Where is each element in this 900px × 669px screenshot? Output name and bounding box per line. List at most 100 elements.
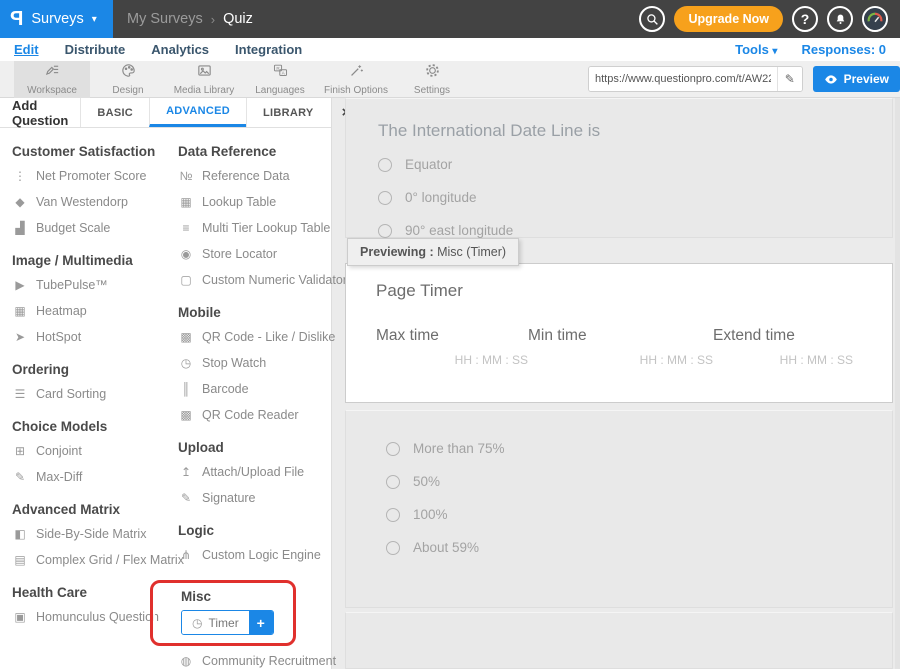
timer-field-max-time: Max time xyxy=(376,327,528,367)
responses-count[interactable]: Responses: 0 xyxy=(801,42,886,57)
signature-icon: ✎ xyxy=(178,491,194,505)
sidebar-item-complex-grid-flex-matrix[interactable]: ▤Complex Grid / Flex Matrix xyxy=(12,547,178,573)
toolbar-media-library[interactable]: Media Library xyxy=(166,61,242,98)
timer-question-button[interactable]: ◷ Timer xyxy=(182,611,249,634)
sidebar-item-signature[interactable]: ✎Signature xyxy=(178,485,332,511)
product-menu[interactable]: P Surveys ▾ xyxy=(0,0,113,38)
section-title: Logic xyxy=(178,523,332,538)
nav-item-analytics[interactable]: Analytics xyxy=(151,42,209,57)
radio-icon xyxy=(386,541,400,555)
previewing-tooltip: Previewing : Misc (Timer) xyxy=(347,238,519,266)
sidebar-item-side-by-side-matrix[interactable]: ◧Side-By-Side Matrix xyxy=(12,521,178,547)
scrollbar[interactable] xyxy=(895,98,900,669)
help-button[interactable]: ? xyxy=(792,6,818,32)
section-title: Customer Satisfaction xyxy=(12,144,178,159)
tiers-icon: ≡ xyxy=(178,221,194,235)
section-logic: Logic ⋔Custom Logic Engine xyxy=(178,523,332,568)
sidebar-item-store-locator[interactable]: ◉Store Locator xyxy=(178,241,332,267)
section-title: Choice Models xyxy=(12,419,178,434)
toolbar-design[interactable]: Design xyxy=(90,61,166,98)
sidebar-item-max-diff[interactable]: ✎Max-Diff xyxy=(12,464,178,490)
question-preview-3 xyxy=(345,612,893,669)
toolbar-items: WorkspaceDesignMedia LibraryRALanguagesF… xyxy=(14,61,470,98)
account-avatar[interactable] xyxy=(862,6,888,32)
sidebar-item-custom-numeric-validator[interactable]: ▢Custom Numeric Validator xyxy=(178,267,332,293)
sidebar-item-heatmap[interactable]: ▦Heatmap xyxy=(12,298,178,324)
nav-item-edit[interactable]: Edit xyxy=(14,42,39,57)
breadcrumb-current: Quiz xyxy=(223,11,253,27)
tab-advanced[interactable]: ADVANCED xyxy=(149,98,246,127)
sidebar-item-qr-code-reader[interactable]: ▩QR Code Reader xyxy=(178,402,332,428)
section-title: Ordering xyxy=(12,362,178,377)
plus-icon: + xyxy=(257,615,265,631)
answer-option[interactable]: More than 75% xyxy=(386,441,852,456)
sidebar-item-qr-code-like-dislike[interactable]: ▩QR Code - Like / Dislike xyxy=(178,324,332,350)
sidebar-item-barcode[interactable]: ║Barcode xyxy=(178,376,332,402)
grid-icon: ▤ xyxy=(12,553,28,567)
page-timer-panel: Page Timer Max timeMin timeExtend time xyxy=(345,263,893,403)
toolbar-finish-options[interactable]: Finish Options xyxy=(318,61,394,98)
magic-wand-icon xyxy=(348,62,365,84)
timer-question-group: ◷ Timer + xyxy=(181,610,274,635)
sidebar-item-lookup-table[interactable]: ▦Lookup Table xyxy=(178,189,332,215)
answer-option[interactable]: About 59% xyxy=(386,540,852,555)
sidebar-item-custom-logic-engine[interactable]: ⋔Custom Logic Engine xyxy=(178,542,332,568)
sidebar-item-tubepulse-[interactable]: ▶TubePulse™ xyxy=(12,272,178,298)
sidebar-item-hotspot[interactable]: ➤HotSpot xyxy=(12,324,178,350)
sidebar-item-stop-watch[interactable]: ◷Stop Watch xyxy=(178,350,332,376)
answer-option[interactable]: 90° east longitude xyxy=(378,223,860,238)
body-image-icon: ▣ xyxy=(12,610,28,624)
section-title: Image / Multimedia xyxy=(12,253,178,268)
sidebar-item-attach-upload-file[interactable]: ↥Attach/Upload File xyxy=(178,459,332,485)
sidebar-item-multi-tier-lookup-table[interactable]: ≡Multi Tier Lookup Table xyxy=(178,215,332,241)
tools-menu[interactable]: Tools ▾ xyxy=(735,42,777,57)
tab-basic[interactable]: BASIC xyxy=(80,98,149,127)
sidebar-item-reference-data[interactable]: №Reference Data xyxy=(178,163,332,189)
sidebar-item-community-recruitment[interactable]: ◍ Community Recruitment xyxy=(178,648,332,669)
search-button[interactable] xyxy=(639,6,665,32)
sidebar-item-net-promoter-score[interactable]: ⋮Net Promoter Score xyxy=(12,163,178,189)
sidebar-item-van-westendorp[interactable]: ◆Van Westendorp xyxy=(12,189,178,215)
nav-item-integration[interactable]: Integration xyxy=(235,42,302,57)
sidebar-item-conjoint[interactable]: ⊞Conjoint xyxy=(12,438,178,464)
survey-preview-pane: The International Date Line is Equator0°… xyxy=(345,98,893,669)
section-data-reference: Data Reference№Reference Data▦Lookup Tab… xyxy=(178,144,332,293)
breadcrumb-my-surveys[interactable]: My Surveys xyxy=(127,11,203,27)
min-time-input[interactable] xyxy=(528,353,713,367)
section-ordering: Ordering ☰Card Sorting xyxy=(12,362,178,407)
search-icon xyxy=(646,13,659,26)
qr-reader-icon: ▩ xyxy=(178,408,194,422)
qr-code-icon: ▩ xyxy=(178,330,194,344)
notifications-button[interactable] xyxy=(827,6,853,32)
toolbar-workspace[interactable]: Workspace xyxy=(14,61,90,98)
section-title: Mobile xyxy=(178,305,332,320)
answer-option[interactable]: 100% xyxy=(386,507,852,522)
sidebar-item-card-sorting[interactable]: ☰Card Sorting xyxy=(12,381,178,407)
answer-option[interactable]: 50% xyxy=(386,474,852,489)
svg-text:A: A xyxy=(281,70,285,75)
answer-option[interactable]: Equator xyxy=(378,157,860,172)
heatmap-icon: ▦ xyxy=(12,304,28,318)
breadcrumb: My Surveys › Quiz xyxy=(127,11,253,27)
tab-library[interactable]: LIBRARY xyxy=(246,98,330,127)
pencil-icon: ✎ xyxy=(785,72,795,86)
preview-button[interactable]: Preview xyxy=(813,66,900,92)
survey-url-input[interactable] xyxy=(589,67,777,91)
nav-item-distribute[interactable]: Distribute xyxy=(65,42,126,57)
sidebar-item-budget-scale[interactable]: ▟Budget Scale xyxy=(12,215,178,241)
section-title: Upload xyxy=(178,440,332,455)
section-image-multimedia: Image / Multimedia ▶TubePulse™▦Heatmap➤Ho… xyxy=(12,253,178,350)
answer-option[interactable]: 0° longitude xyxy=(378,190,860,205)
add-timer-button[interactable]: + xyxy=(249,611,273,634)
nps-scale-icon: ⋮ xyxy=(12,169,28,183)
subnav-right: Tools ▾ Responses: 0 xyxy=(735,42,886,57)
toolbar-languages[interactable]: RALanguages xyxy=(242,61,318,98)
extend-time-input[interactable] xyxy=(713,353,853,367)
toolbar-settings[interactable]: Settings xyxy=(394,61,470,98)
max-time-input[interactable] xyxy=(376,353,528,367)
upgrade-now-button[interactable]: Upgrade Now xyxy=(674,6,783,32)
budget-scale-icon: ▟ xyxy=(12,221,28,235)
upload-icon: ↥ xyxy=(178,465,194,479)
cards-icon: ⊞ xyxy=(12,444,28,458)
edit-url-button[interactable]: ✎ xyxy=(777,67,802,91)
